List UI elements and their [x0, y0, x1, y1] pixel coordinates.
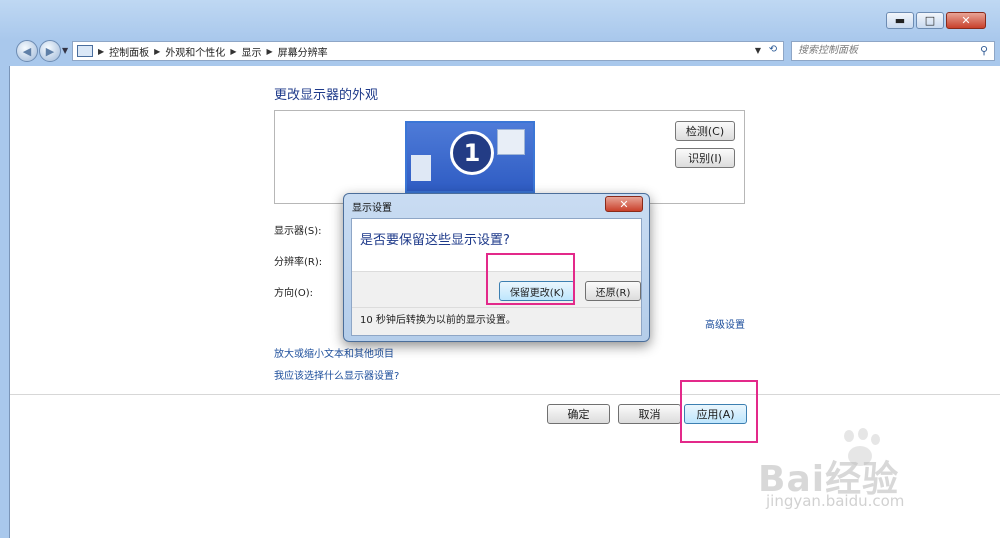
detect-button[interactable]: 检测(C)	[675, 121, 735, 141]
breadcrumb-control-panel[interactable]: 控制面板	[109, 44, 149, 59]
search-placeholder: 搜索控制面板	[798, 45, 858, 56]
window-thumbnail	[497, 129, 525, 155]
dialog-question: 是否要保留这些显示设置?	[360, 233, 510, 248]
monitor-preview-panel: 1 检测(C) 识别(I)	[274, 110, 745, 204]
dialog-close-button[interactable]: ✕	[605, 196, 643, 212]
minimize-button[interactable]: ▬	[886, 12, 914, 29]
advanced-settings-link[interactable]: 高级设置	[705, 316, 745, 331]
search-icon[interactable]: ⚲	[980, 42, 988, 60]
display-help-link[interactable]: 我应该选择什么显示器设置?	[274, 367, 399, 382]
ok-button[interactable]: 确定	[547, 404, 610, 424]
resolution-label: 分辨率(R):	[274, 257, 323, 268]
page-title: 更改显示器的外观	[274, 88, 379, 103]
back-button[interactable]: ◀	[16, 40, 38, 62]
breadcrumb-separator-icon[interactable]: ▶	[154, 47, 160, 56]
breadcrumb-separator-icon[interactable]: ▶	[98, 47, 104, 56]
breadcrumb-separator-icon[interactable]: ▶	[266, 47, 272, 56]
display-label: 显示器(S):	[274, 226, 322, 237]
breadcrumb-appearance[interactable]: 外观和个性化	[165, 44, 225, 59]
monitor-number-badge: 1	[450, 131, 494, 175]
address-bar[interactable]: ▶ 控制面板 ▶ 外观和个性化 ▶ 显示 ▶ 屏幕分辨率 ▼ ⟲	[72, 41, 784, 61]
forward-button[interactable]: ▶	[39, 40, 61, 62]
monitor-1-preview[interactable]: 1	[405, 121, 535, 193]
close-icon: ✕	[961, 14, 971, 27]
control-panel-window: ▬ □ ✕ ◀ ▶ ▼ ▶ 控制面板 ▶ 外观和个性化 ▶ 显示 ▶ 屏幕分辨率…	[0, 0, 1000, 538]
close-button[interactable]: ✕	[946, 12, 986, 29]
baidu-watermark: Bai经验 jingyan.baidu.com	[758, 428, 958, 520]
dialog-countdown-text: 10 秒钟后转换为以前的显示设置。	[352, 307, 641, 335]
watermark-url: jingyan.baidu.com	[766, 492, 905, 510]
divider	[10, 394, 1000, 395]
cancel-button[interactable]: 取消	[618, 404, 681, 424]
search-input[interactable]: 搜索控制面板 ⚲	[791, 41, 995, 61]
breadcrumb-display[interactable]: 显示	[241, 44, 261, 59]
refresh-icon[interactable]: ⟲	[765, 44, 781, 58]
apply-highlight-box	[680, 380, 758, 443]
back-arrow-icon: ◀	[22, 44, 32, 58]
maximize-icon: □	[924, 14, 936, 27]
dialog-title: 显示设置	[352, 203, 392, 214]
orientation-label: 方向(O):	[274, 288, 314, 299]
keep-changes-highlight-box	[486, 253, 575, 305]
control-panel-icon	[77, 45, 93, 57]
caption-buttons: ▬ □ ✕	[886, 12, 986, 29]
window-thumbnail	[411, 155, 431, 181]
navigation-bar: ◀ ▶ ▼ ▶ 控制面板 ▶ 外观和个性化 ▶ 显示 ▶ 屏幕分辨率 ▼ ⟲ 搜…	[0, 38, 1000, 64]
breadcrumb-separator-icon[interactable]: ▶	[230, 47, 236, 56]
minimize-icon: ▬	[894, 14, 906, 27]
identify-button[interactable]: 识别(I)	[675, 148, 735, 168]
address-dropdown-icon[interactable]: ▼	[755, 46, 761, 55]
close-icon: ✕	[619, 197, 629, 211]
text-size-link[interactable]: 放大或缩小文本和其他项目	[274, 345, 394, 360]
maximize-button[interactable]: □	[916, 12, 944, 29]
forward-arrow-icon: ▶	[45, 44, 55, 58]
revert-button[interactable]: 还原(R)	[585, 281, 641, 301]
recent-pages-dropdown[interactable]: ▼	[62, 46, 68, 55]
breadcrumb-screen-resolution[interactable]: 屏幕分辨率	[278, 44, 328, 59]
